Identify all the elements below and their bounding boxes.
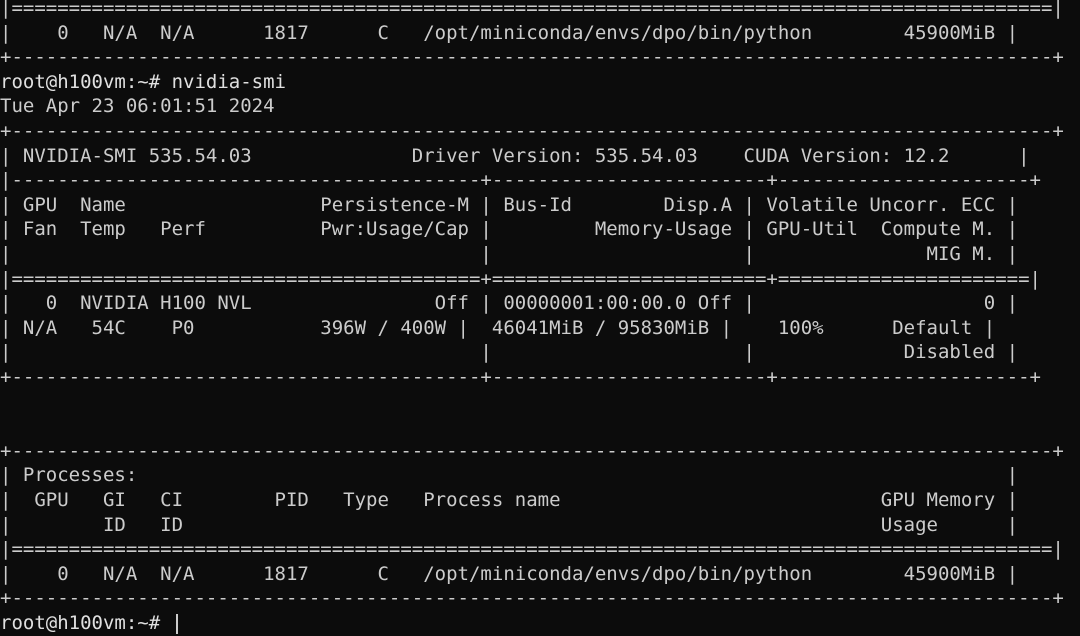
gpu-table-header-3: | | | MIG M. | <box>0 243 1019 265</box>
processes-header-1: | GPU GI CI PID Type Process name GPU Me… <box>0 489 1019 511</box>
terminal-line-1: |=======================================… <box>0 0 1064 19</box>
terminal-line-6: +---------------------------------------… <box>0 120 1064 142</box>
gpu-row-3: | | | Disabled | <box>0 341 1019 364</box>
gpu-row-1: | 0 NVIDIA H100 NVL Off | 00000001:00:00… <box>0 292 1019 315</box>
terminal-line-25: +---------------------------------------… <box>0 587 1064 610</box>
terminal-line-8: |---------------------------------------… <box>0 169 1041 192</box>
gpu-table-header-2: | Fan Temp Perf Pwr:Usage/Cap | Memory-U… <box>0 218 1019 241</box>
terminal-window[interactable]: |=======================================… <box>0 0 1080 634</box>
terminal-line-12: |=======================================… <box>0 267 1041 290</box>
current-prompt[interactable]: root@h100vm:~# <box>0 611 172 636</box>
terminal-line-3: +---------------------------------------… <box>0 46 1064 69</box>
terminal-line-23: |=======================================… <box>0 538 1064 561</box>
prompt-line-nvidia-smi: root@h100vm:~# nvidia-smi <box>0 70 286 93</box>
terminal-line-16: +---------------------------------------… <box>0 366 1041 388</box>
process-row: | 0 N/A N/A 1817 C /opt/miniconda/envs/d… <box>0 562 1019 585</box>
smi-header-line: | NVIDIA-SMI 535.54.03 Driver Version: 5… <box>0 144 1030 167</box>
text-cursor <box>176 614 178 634</box>
gpu-table-header-1: | GPU Name Persistence-M | Bus-Id Disp.A… <box>0 193 1019 216</box>
processes-header-2: | ID ID Usage | <box>0 513 1019 536</box>
processes-title: | Processes: | <box>0 464 1019 487</box>
terminal-line-19: +---------------------------------------… <box>0 439 1064 462</box>
gpu-row-2: | N/A 54C P0 396W / 400W | 46041MiB / 95… <box>0 316 996 339</box>
timestamp-line: Tue Apr 23 06:01:51 2024 <box>0 95 275 118</box>
terminal-line-2: | 0 N/A N/A 1817 C /opt/miniconda/envs/d… <box>0 21 1019 44</box>
